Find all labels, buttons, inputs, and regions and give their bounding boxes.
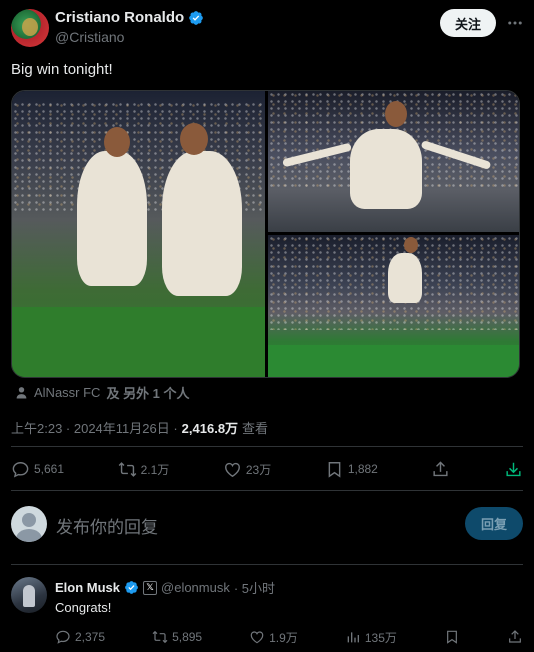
tagged-others-label[interactable]: 及 另外 1 个人 (106, 383, 189, 402)
tweet-text: Big win tonight! (11, 61, 113, 78)
comment-time[interactable]: · 5小时 (234, 578, 275, 597)
commenter-header: Elon Musk 𝕏 @elonmusk · 5小时 (55, 578, 275, 597)
reply-icon (56, 630, 70, 644)
views-label: 查看 (242, 421, 269, 436)
more-options-icon[interactable] (506, 14, 524, 32)
tweet-actions: 5,661 2.1万 23万 1,882 (11, 456, 523, 482)
media-grid (11, 90, 520, 378)
comment-actions: 2,375 5,895 1.9万 135万 (55, 627, 523, 647)
commenter-display-name[interactable]: Elon Musk (55, 580, 120, 595)
share-icon (433, 460, 448, 476)
tweet-timestamp[interactable]: 上午2:23 · 2024年11月26日 · (11, 418, 178, 437)
author-handle[interactable]: @Cristiano (55, 29, 204, 45)
view-count: 2,416.8万 (181, 421, 239, 436)
heart-icon (250, 631, 264, 644)
author-avatar[interactable] (11, 9, 49, 47)
share-button[interactable] (431, 460, 450, 479)
person-icon (16, 387, 27, 399)
photo-celebration-duo[interactable] (12, 91, 265, 377)
repost-button[interactable]: 2.1万 (118, 460, 170, 479)
bookmark-count: 1,882 (347, 462, 378, 476)
tagged-accounts[interactable]: AlNassr FC 及 另外 1 个人 (15, 383, 190, 402)
comment-like-count: 1.9万 (269, 630, 298, 645)
bookmark-icon (446, 630, 457, 644)
commenter-handle[interactable]: @elonmusk (161, 580, 230, 595)
affiliate-x-badge-icon: 𝕏 (143, 580, 158, 595)
reply-composer: 发布你的回复 回复 (11, 505, 523, 543)
tweet-meta: 上午2:23 · 2024年11月26日 · 2,416.8万 查看 (11, 418, 268, 437)
reply-count: 5,661 (34, 462, 65, 476)
reply-item[interactable]: Elon Musk 𝕏 @elonmusk · 5小时 Congrats! 2,… (11, 575, 523, 652)
comment-text: Congrats! (55, 600, 112, 615)
repost-icon (152, 630, 168, 644)
follow-button[interactable]: 关注 (440, 9, 496, 37)
comment-reply-button[interactable]: 2,375 (55, 629, 105, 645)
photo-arms-out[interactable] (268, 91, 519, 232)
bookmark-icon (328, 461, 341, 478)
bookmark-button[interactable]: 1,882 (325, 460, 378, 479)
comment-bookmark-button[interactable] (444, 629, 460, 645)
comment-view-count: 135万 (364, 630, 397, 645)
reply-icon (12, 461, 29, 478)
photo-running-celebration[interactable] (268, 235, 519, 377)
like-button[interactable]: 23万 (223, 460, 271, 479)
divider (11, 490, 523, 491)
download-icon (506, 462, 521, 476)
analytics-icon (347, 632, 359, 643)
reply-submit-button[interactable]: 回复 (465, 507, 523, 540)
comment-like-button[interactable]: 1.9万 (249, 629, 298, 646)
share-icon (509, 630, 521, 643)
author-info: Cristiano Ronaldo @Cristiano (55, 9, 204, 45)
tweet-header: Cristiano Ronaldo @Cristiano 关注 (10, 8, 524, 48)
verified-badge-icon (189, 10, 204, 25)
repost-icon (118, 461, 136, 477)
comment-reply-count: 2,375 (75, 630, 106, 644)
like-count: 23万 (245, 462, 272, 477)
reply-input[interactable]: 发布你的回复 (56, 513, 158, 538)
repost-count: 2.1万 (140, 462, 170, 477)
comment-repost-count: 5,895 (172, 630, 203, 644)
divider (11, 446, 523, 447)
author-display-name[interactable]: Cristiano Ronaldo (55, 9, 184, 26)
comment-repost-button[interactable]: 5,895 (152, 629, 202, 645)
tagged-account-name[interactable]: AlNassr FC (34, 385, 100, 400)
download-button[interactable] (504, 460, 523, 479)
comment-views-button[interactable]: 135万 (345, 629, 397, 646)
heart-icon (224, 462, 240, 477)
verified-badge-icon (125, 581, 138, 594)
reply-button[interactable]: 5,661 (11, 460, 64, 479)
commenter-avatar[interactable] (11, 577, 47, 613)
current-user-avatar (11, 506, 47, 542)
divider (11, 564, 523, 565)
comment-share-button[interactable] (507, 629, 523, 645)
